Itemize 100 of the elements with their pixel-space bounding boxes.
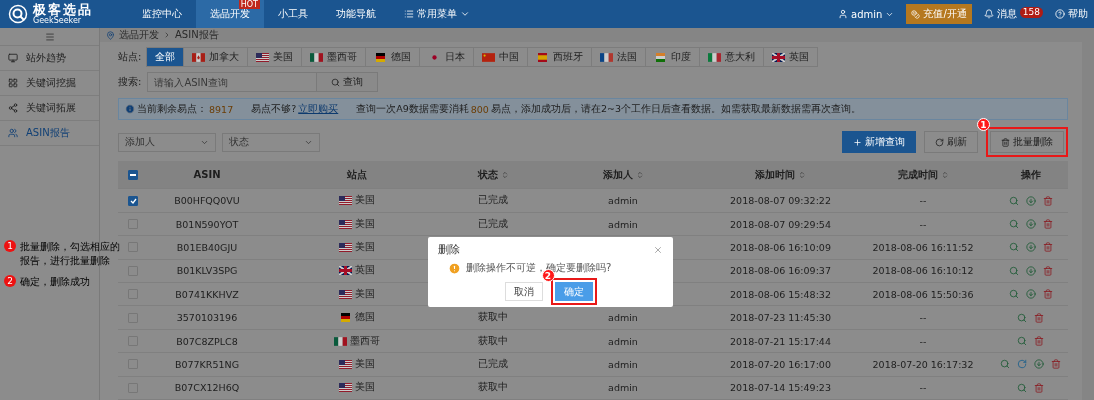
site-filter-button[interactable]: 日本 (419, 47, 475, 68)
delete-icon[interactable] (1042, 242, 1053, 253)
sidebar-item[interactable]: 关键词拓展 (0, 96, 99, 121)
close-icon[interactable] (653, 244, 663, 255)
search-icon[interactable] (1008, 289, 1019, 300)
flag-icon (708, 53, 722, 62)
query-button[interactable]: 查询 (317, 72, 379, 93)
download-icon[interactable] (1025, 289, 1036, 300)
site-filter-button[interactable]: 法国 (591, 47, 647, 68)
sidebar-item[interactable]: 站外趋势 (0, 46, 99, 71)
site-filter-button[interactable]: 加拿大 (183, 47, 249, 68)
delete-icon[interactable] (1042, 219, 1053, 230)
confirm-button[interactable]: 确定 (554, 282, 593, 301)
table-cell: 2018-08-06 15:50:36 (872, 288, 974, 300)
trash-icon[interactable] (1001, 138, 1010, 147)
user-name[interactable]: admin (851, 8, 883, 20)
list-icon (404, 9, 414, 19)
flag-icon (339, 266, 352, 276)
table-cell: admin (608, 335, 638, 347)
add-query-button[interactable]: 新增查询 (842, 131, 916, 154)
site-filter-button[interactable]: 德国 (365, 47, 421, 68)
select-placeholder: 状态 (229, 135, 249, 150)
flag-icon (310, 53, 324, 62)
refresh-button[interactable]: 刷新 (924, 131, 978, 154)
row-checkbox[interactable] (128, 195, 138, 206)
refresh-icon[interactable] (1017, 359, 1027, 370)
table-cell: -- (919, 382, 927, 394)
flag-icon (339, 242, 352, 252)
step-marker: 1 (977, 118, 990, 132)
table-cell: 2018-07-14 15:49:23 (730, 382, 831, 394)
plus-icon[interactable] (853, 138, 862, 147)
messages-link[interactable]: 消息 (996, 7, 1017, 21)
column-header[interactable]: 完成时间 (853, 168, 993, 182)
delete-icon[interactable] (1051, 359, 1061, 370)
search-icon[interactable] (1008, 265, 1019, 276)
breadcrumb-item[interactable]: 选品开发 (119, 28, 159, 43)
delete-icon[interactable] (1042, 195, 1053, 206)
nav-menu[interactable]: 常用菜单 (390, 0, 484, 28)
site-filter-button[interactable]: 印度 (645, 47, 701, 68)
search-icon[interactable] (1017, 336, 1027, 346)
delete-icon[interactable] (1042, 265, 1053, 276)
user-icon (838, 9, 849, 19)
delete-icon[interactable] (1034, 336, 1044, 346)
table-cell: 已完成 (478, 194, 508, 208)
menu-icon[interactable] (44, 31, 55, 42)
buy-link[interactable]: 立即购买 (298, 103, 339, 116)
column-header[interactable]: 添加时间 (708, 168, 853, 182)
sidebar-item[interactable]: 关键词挖掘 (0, 71, 99, 96)
table-cell: 2018-08-06 15:48:32 (730, 288, 831, 300)
download-icon[interactable] (1025, 195, 1036, 206)
download-icon[interactable] (1025, 219, 1036, 230)
search-icon[interactable] (1000, 359, 1010, 370)
column-header[interactable]: 添加人 (538, 168, 708, 182)
nav-tab[interactable]: 功能导航 (322, 0, 390, 28)
search-icon[interactable] (1017, 312, 1027, 323)
site-filter-button[interactable]: 全部 (146, 47, 185, 68)
select-placeholder: 添加人 (125, 135, 155, 150)
sort-icon (635, 171, 644, 179)
flag-icon (339, 313, 352, 323)
download-icon[interactable] (1025, 265, 1036, 276)
filter-select[interactable]: 添加人 (118, 133, 216, 152)
site-filter-button[interactable]: 美国 (247, 47, 303, 68)
select-all-checkbox[interactable] (128, 170, 138, 180)
search-icon[interactable] (1008, 219, 1019, 230)
cancel-button[interactable]: 取消 (504, 282, 543, 301)
minus-icon (130, 174, 136, 176)
search-icon[interactable] (1008, 242, 1019, 253)
table-cell: 2018-07-20 16:17:00 (730, 358, 831, 370)
nav-tab[interactable]: 小工具 (264, 0, 322, 28)
delete-icon[interactable] (1034, 382, 1044, 393)
delete-icon[interactable] (1042, 289, 1053, 300)
flag-icon (334, 336, 347, 346)
site-filter-button[interactable]: 西班牙 (527, 47, 593, 68)
flag-icon (339, 219, 352, 229)
filter-select[interactable]: 状态 (222, 133, 320, 152)
sidebar-item[interactable]: ASIN报告 (0, 121, 99, 146)
download-icon[interactable] (1025, 242, 1036, 253)
nav-tab[interactable]: 监控中心 (128, 0, 196, 28)
chevron-down-icon (460, 9, 470, 19)
chevron-down-icon (200, 138, 209, 147)
site-filter-button[interactable]: 墨西哥 (301, 47, 367, 68)
search-icon[interactable] (1017, 382, 1027, 393)
batch-delete-button[interactable]: 批量删除 (990, 131, 1064, 154)
table-cell: 获取中 (478, 311, 508, 325)
site-filter-button[interactable]: 意大利 (699, 47, 765, 68)
search-field[interactable]: 请输入ASIN查询 (147, 72, 318, 93)
help-icon (1055, 9, 1065, 19)
table-cell: 2018-07-21 15:17:44 (730, 335, 831, 347)
search-icon[interactable] (1008, 195, 1019, 206)
column-header[interactable]: 状态 (448, 168, 538, 182)
download-icon[interactable] (1034, 359, 1044, 370)
site-filter-button[interactable]: 中国 (473, 47, 529, 68)
refresh-icon[interactable] (935, 138, 944, 147)
table-cell: B07C8ZPLC8 (176, 335, 238, 347)
help-link[interactable]: 帮助 (1068, 7, 1088, 21)
breadcrumb-item[interactable]: ASIN报告 (175, 28, 219, 43)
sort-icon (940, 171, 949, 179)
delete-icon[interactable] (1034, 312, 1044, 323)
site-filter-button[interactable]: 英国 (763, 47, 819, 68)
recharge-button[interactable]: 充值/开通 (906, 4, 972, 24)
